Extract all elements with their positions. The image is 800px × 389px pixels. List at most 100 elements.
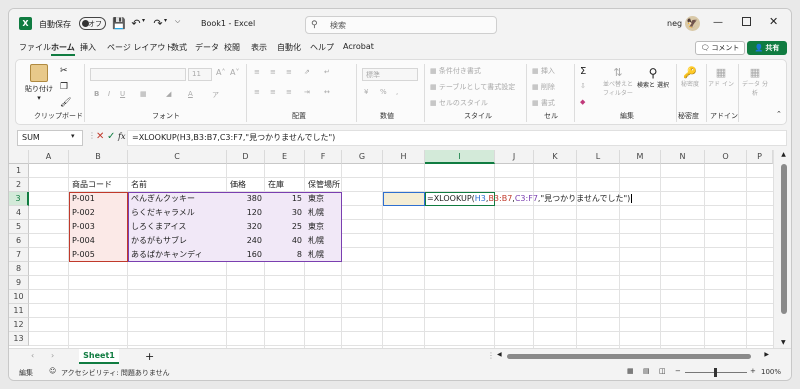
table-cell[interactable]: しろくまアイス: [131, 220, 224, 234]
save-icon[interactable]: 💾: [112, 17, 126, 30]
maximize-icon[interactable]: [742, 17, 751, 26]
fill-color-icon[interactable]: ◢: [166, 90, 171, 98]
autosave-toggle[interactable]: オフ: [79, 17, 106, 30]
undo-icon[interactable]: ↶: [129, 15, 143, 31]
table-cell[interactable]: 380: [230, 192, 262, 206]
table-header[interactable]: 価格: [230, 178, 262, 192]
column-header-p[interactable]: P: [747, 150, 773, 164]
row-header-4[interactable]: 4: [9, 206, 29, 220]
font-shrink-icon[interactable]: A˅: [230, 68, 239, 77]
tab-data[interactable]: データ: [195, 42, 219, 53]
row-header-7[interactable]: 7: [9, 248, 29, 262]
format-cells-button[interactable]: ▦ 書式: [532, 98, 555, 108]
zoom-level[interactable]: 100%: [761, 368, 781, 376]
font-color-icon[interactable]: A: [188, 90, 193, 98]
row-header-10[interactable]: 10: [9, 290, 29, 304]
row-header-3[interactable]: 3: [9, 192, 29, 206]
number-format-select[interactable]: 標準: [362, 68, 418, 81]
accessibility-status[interactable]: アクセシビリティ: 問題ありません: [61, 368, 170, 378]
cut-icon[interactable]: ✂: [60, 66, 68, 76]
scroll-down-icon[interactable]: ▼: [781, 339, 786, 346]
analyze-data-button[interactable]: ▦ データ 分析: [742, 66, 768, 97]
zoom-in-icon[interactable]: +: [750, 367, 756, 375]
scroll-up-icon[interactable]: ▲: [774, 151, 791, 158]
tab-insert[interactable]: 挿入: [80, 42, 96, 53]
tab-home[interactable]: ホーム: [51, 42, 75, 56]
namebox-dropdown-icon[interactable]: ▾: [71, 132, 75, 140]
add-sheet-icon[interactable]: +: [145, 350, 154, 363]
column-header-h[interactable]: H: [383, 150, 425, 164]
clear-icon[interactable]: ◆: [580, 98, 585, 106]
percent-icon[interactable]: %: [380, 88, 387, 96]
copy-icon[interactable]: ❐: [60, 82, 68, 92]
page-layout-view-icon[interactable]: ▤: [643, 367, 650, 375]
table-header[interactable]: 商品コード: [72, 178, 125, 192]
row-header-8[interactable]: 8: [9, 262, 29, 276]
indent-icon[interactable]: ⇥: [304, 88, 310, 96]
insert-cells-button[interactable]: ▦ 挿入: [532, 66, 555, 76]
sensitivity-button[interactable]: 🔑 秘密度: [678, 66, 702, 88]
row-header-13[interactable]: 13: [9, 332, 29, 346]
normal-view-icon[interactable]: ▦: [627, 367, 634, 375]
conditional-format-button[interactable]: ▦ 条件付き書式: [430, 66, 481, 76]
table-cell[interactable]: かるがもサブレ: [131, 234, 224, 248]
column-header-n[interactable]: N: [661, 150, 705, 164]
column-header-l[interactable]: L: [577, 150, 620, 164]
sheet-more-icon[interactable]: ⋮: [487, 351, 495, 360]
border-icon[interactable]: ▦: [140, 90, 147, 98]
align-middle-icon[interactable]: ≡: [270, 68, 276, 76]
column-header-e[interactable]: E: [265, 150, 305, 164]
zoom-out-icon[interactable]: −: [675, 367, 681, 375]
wrap-text-icon[interactable]: ↵: [324, 68, 330, 76]
column-header-k[interactable]: K: [534, 150, 577, 164]
tab-help[interactable]: ヘルプ: [310, 42, 334, 53]
format-as-table-button[interactable]: ▦ テーブルとして書式設定: [430, 82, 515, 92]
addin-button[interactable]: ▦ アド イン: [708, 66, 734, 88]
table-cell[interactable]: 札幌: [308, 206, 339, 220]
orientation-icon[interactable]: ⇗: [304, 68, 310, 76]
minimize-icon[interactable]: —: [713, 17, 723, 28]
scroll-thumb[interactable]: [781, 164, 787, 314]
horizontal-scrollbar[interactable]: ◀ ▶: [497, 351, 771, 361]
bold-icon[interactable]: B: [94, 90, 99, 98]
sort-filter-button[interactable]: ⇅ 並べ替えと フィルター: [600, 66, 636, 97]
table-cell[interactable]: 15: [268, 192, 302, 206]
comma-icon[interactable]: ,: [396, 88, 398, 96]
tab-acrobat[interactable]: Acrobat: [343, 42, 374, 51]
paste-button[interactable]: 貼り付け ▾: [24, 64, 54, 102]
zoom-slider-thumb[interactable]: [714, 368, 717, 377]
zoom-slider[interactable]: [685, 368, 747, 377]
row-header-5[interactable]: 5: [9, 220, 29, 234]
edit-cell-i3[interactable]: =XLOOKUP(H3,B3:B7,C3:F7,"見つかりませんでした"): [427, 192, 633, 206]
scroll-left-icon[interactable]: ◀: [497, 351, 502, 358]
table-cell[interactable]: P-005: [72, 248, 125, 262]
column-header-b[interactable]: B: [69, 150, 128, 164]
align-bottom-icon[interactable]: ≡: [286, 68, 292, 76]
table-cell[interactable]: あるぱかキャンディ: [131, 248, 224, 262]
enter-icon[interactable]: ✓: [107, 131, 115, 142]
fill-icon[interactable]: ⇩: [580, 82, 586, 90]
tab-page-layout[interactable]: ページ レイアウト: [107, 42, 173, 53]
column-header-c[interactable]: C: [128, 150, 227, 164]
table-cell[interactable]: 120: [230, 206, 262, 220]
share-button[interactable]: 👤 共有: [747, 41, 787, 55]
vertical-scrollbar[interactable]: ▲ ▼: [773, 150, 791, 348]
merge-icon[interactable]: ↔: [324, 88, 330, 96]
row-header-12[interactable]: 12: [9, 318, 29, 332]
cell-style-button[interactable]: ▦ セルのスタイル: [430, 98, 488, 108]
column-header-a[interactable]: A: [29, 150, 69, 164]
table-cell[interactable]: 札幌: [308, 248, 339, 262]
currency-icon[interactable]: ¥: [364, 88, 368, 96]
cancel-icon[interactable]: ✕: [96, 131, 104, 142]
align-center-icon[interactable]: ≡: [270, 88, 276, 96]
page-break-view-icon[interactable]: ◫: [659, 367, 666, 375]
table-cell[interactable]: 25: [268, 220, 302, 234]
scroll-right-icon[interactable]: ▶: [764, 351, 769, 358]
table-cell[interactable]: 320: [230, 220, 262, 234]
redo-icon[interactable]: ↷: [151, 15, 165, 31]
table-cell[interactable]: 240: [230, 234, 262, 248]
italic-icon[interactable]: I: [108, 90, 110, 98]
column-header-j[interactable]: J: [495, 150, 534, 164]
table-cell[interactable]: P-004: [72, 234, 125, 248]
column-header-o[interactable]: O: [705, 150, 747, 164]
